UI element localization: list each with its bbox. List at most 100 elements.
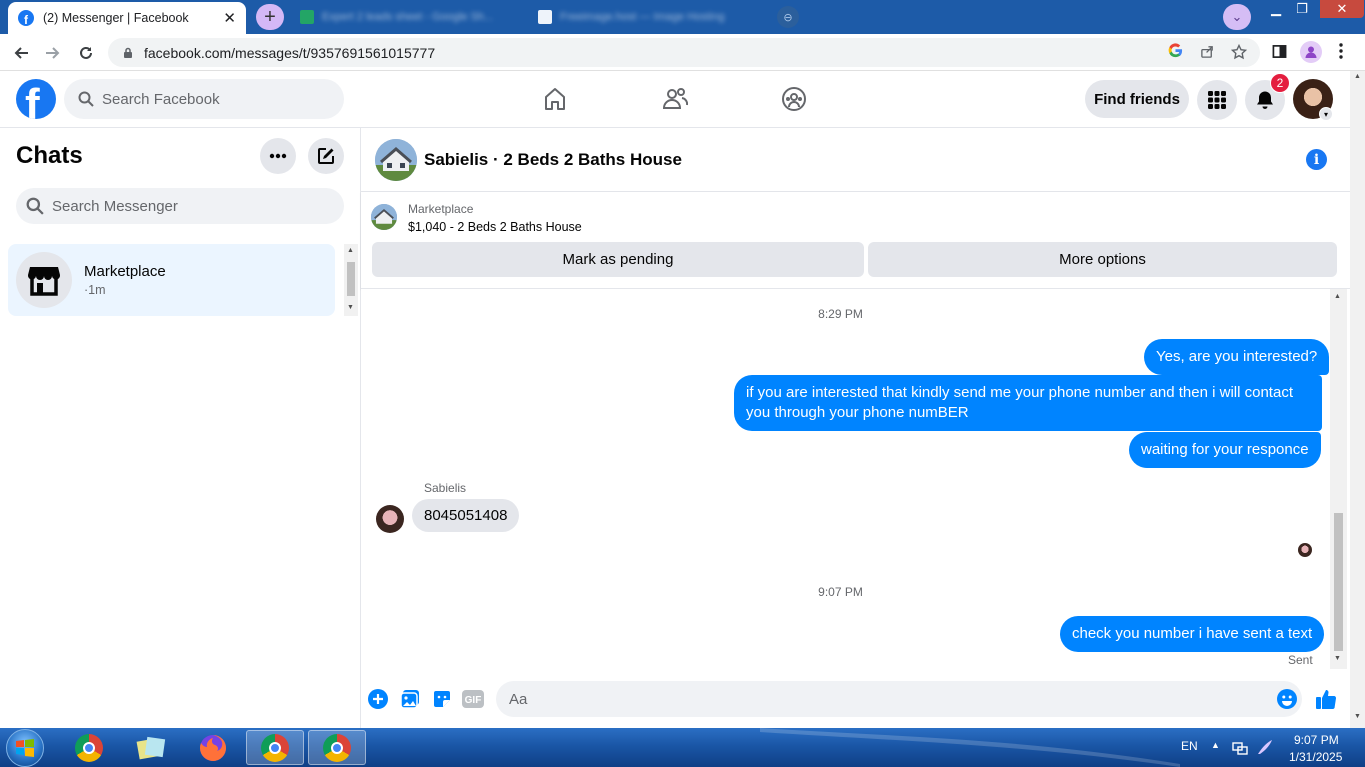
more-actions-plus-icon[interactable] <box>367 688 389 710</box>
facebook-header: f Search Facebook Find friends 2 ▾ <box>0 71 1350 128</box>
groups-icon[interactable] <box>780 85 808 113</box>
find-friends-button[interactable]: Find friends <box>1085 80 1189 118</box>
tab-close-icon[interactable]: ✕ <box>223 9 236 27</box>
chat-item-marketplace[interactable]: Marketplace ·1m <box>8 244 335 316</box>
chrome-icon <box>261 733 289 762</box>
new-tab-button[interactable]: + <box>256 4 284 30</box>
info-icon[interactable]: i <box>1306 149 1327 170</box>
message-thread: 8:29 PM Yes, are you interested? if you … <box>361 289 1350 672</box>
tab-group-icon[interactable]: ⊖ <box>777 6 799 28</box>
freeimage-favicon-icon <box>538 10 552 24</box>
taskbar-chrome[interactable] <box>60 730 118 765</box>
window-close-button[interactable]: ✕ <box>1320 0 1364 18</box>
tab-messenger[interactable]: f (2) Messenger | Facebook ✕ <box>8 2 246 34</box>
marketplace-listing-banner: Marketplace $1,040 - 2 Beds 2 Baths Hous… <box>361 192 1350 289</box>
bookmark-star-icon[interactable] <box>1230 43 1248 63</box>
scroll-up-icon[interactable]: ▲ <box>1334 293 1341 300</box>
network-icon[interactable] <box>1232 740 1248 761</box>
emoji-icon[interactable] <box>1276 688 1298 710</box>
taskbar-chrome-window-2[interactable] <box>308 730 366 765</box>
outgoing-message[interactable]: if you are interested that kindly send m… <box>734 375 1322 431</box>
message-input[interactable]: Aa <box>496 681 1302 717</box>
scroll-down-icon[interactable]: ▼ <box>1354 713 1361 720</box>
taskbar-firefox[interactable] <box>184 730 242 765</box>
svg-text:GIF: GIF <box>465 695 482 706</box>
notification-badge: 2 <box>1270 73 1290 93</box>
scroll-up-icon[interactable]: ▲ <box>347 247 354 254</box>
taskbar-sticky-notes[interactable] <box>122 730 180 765</box>
page-scrollbar[interactable]: ▲ ▼ <box>1350 71 1365 728</box>
account-chevron-icon[interactable]: ▾ <box>1319 107 1333 121</box>
chrome-profile-icon[interactable] <box>1300 41 1322 63</box>
more-options-button[interactable]: More options <box>868 242 1337 277</box>
tab-freeimage[interactable]: Freeimage.host — Image Hosting <box>530 5 770 29</box>
minimize-button[interactable]: ▁ <box>1262 0 1290 18</box>
chrome-menu-icon[interactable] <box>1338 42 1344 63</box>
message-composer: GIF Aa <box>361 672 1350 728</box>
scroll-up-icon[interactable]: ▲ <box>1354 73 1361 80</box>
listing-small-thumbnail[interactable] <box>371 204 397 230</box>
tab-title: Expert 2 leads sheet - Google Sh... <box>322 11 494 23</box>
listing-thumbnail[interactable] <box>375 139 417 181</box>
chat-options-icon[interactable] <box>260 138 296 174</box>
scrollbar-thumb[interactable] <box>347 262 355 296</box>
tab-google-sheets[interactable]: Expert 2 leads sheet - Google Sh... <box>292 5 524 29</box>
sticker-icon[interactable] <box>431 688 453 710</box>
start-button[interactable] <box>6 729 44 767</box>
conversation-title[interactable]: Sabielis · 2 Beds 2 Baths House <box>424 150 682 170</box>
outgoing-message[interactable]: Yes, are you interested? <box>1144 339 1330 375</box>
chats-title: Chats <box>16 142 83 169</box>
listing-price-title[interactable]: $1,040 - 2 Beds 2 Baths House <box>408 220 582 234</box>
facebook-logo-icon[interactable]: f <box>16 79 56 119</box>
reload-icon[interactable] <box>73 40 99 66</box>
share-icon[interactable] <box>1200 44 1215 62</box>
marketplace-label: Marketplace <box>408 202 474 216</box>
gif-icon[interactable]: GIF <box>462 688 484 710</box>
show-hidden-icons[interactable]: ▲ <box>1211 740 1220 750</box>
sheets-favicon-icon <box>300 10 314 24</box>
tab-title: Freeimage.host — Image Hosting <box>560 11 725 23</box>
thread-scrollbar[interactable]: ▲ ▼ <box>1330 289 1347 669</box>
messenger-search-input[interactable]: Search Messenger <box>16 188 344 224</box>
facebook-favicon-icon: f <box>18 10 34 26</box>
tab-title: (2) Messenger | Facebook <box>43 11 189 25</box>
lock-icon <box>124 47 132 58</box>
clock-time[interactable]: 9:07 PM <box>1294 733 1339 747</box>
windows-logo-icon <box>16 739 34 757</box>
chrome-profile-chevron-icon[interactable]: ⌄ <box>1223 4 1251 30</box>
windows-taskbar: EN ▲ 9:07 PM 1/31/2025 <box>0 728 1365 767</box>
chat-item-name: Marketplace <box>84 263 166 280</box>
maximize-button[interactable]: ❐ <box>1288 0 1316 18</box>
taskbar-chrome-window-1[interactable] <box>246 730 304 765</box>
like-thumbs-up-icon[interactable] <box>1315 688 1337 710</box>
facebook-search-input[interactable]: Search Facebook <box>64 79 344 119</box>
address-bar[interactable]: facebook.com/messages/t/9357691561015777 <box>108 38 1260 67</box>
sender-avatar[interactable] <box>376 505 404 533</box>
side-panel-icon[interactable] <box>1272 44 1287 62</box>
search-icon <box>78 91 94 107</box>
clock-date[interactable]: 1/31/2025 <box>1289 750 1342 764</box>
chats-sidebar: Chats Search Messenger Marketplace ·1m ▲… <box>0 128 361 728</box>
url-text: facebook.com/messages/t/9357691561015777 <box>144 44 436 61</box>
outgoing-message[interactable]: waiting for your responce <box>1129 432 1321 468</box>
mark-as-pending-button[interactable]: Mark as pending <box>372 242 864 277</box>
sender-name: Sabielis <box>424 481 467 495</box>
friends-icon[interactable] <box>661 85 689 113</box>
chat-list-scrollbar[interactable]: ▲ ▼ <box>344 244 358 316</box>
menu-grid-icon[interactable] <box>1197 80 1237 120</box>
sticky-notes-icon <box>136 736 166 759</box>
language-indicator[interactable]: EN <box>1181 739 1198 753</box>
incoming-message[interactable]: 8045051408 <box>412 499 520 532</box>
search-icon <box>26 197 44 215</box>
forward-icon[interactable] <box>40 40 66 66</box>
outgoing-message[interactable]: check you number i have sent a text <box>1060 616 1325 652</box>
scroll-down-icon[interactable]: ▼ <box>1334 655 1341 662</box>
new-message-icon[interactable] <box>308 138 344 174</box>
scrollbar-thumb[interactable] <box>1334 513 1343 651</box>
pen-tray-icon[interactable] <box>1256 738 1274 761</box>
attach-photo-icon[interactable] <box>399 688 421 710</box>
back-icon[interactable] <box>8 40 34 66</box>
firefox-icon <box>200 734 226 761</box>
google-icon[interactable] <box>1168 43 1183 61</box>
home-icon[interactable] <box>541 85 569 113</box>
